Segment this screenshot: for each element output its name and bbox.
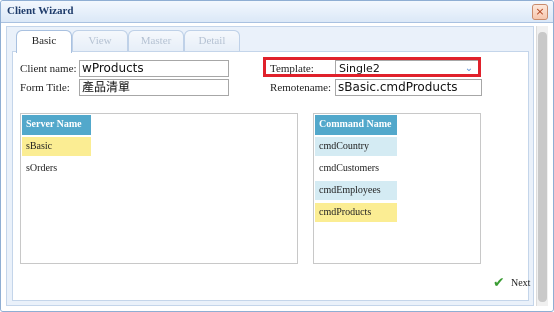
form-title-label: Form Title:: [20, 82, 70, 94]
command-name-column-header[interactable]: Command Name —: [315, 115, 397, 150]
tab-master[interactable]: Master: [128, 30, 184, 52]
list-item[interactable]: cmdCustomers: [315, 159, 397, 178]
title-bar: Client Wizard ×: [1, 1, 553, 23]
server-name-column-header[interactable]: Server Name —: [22, 115, 91, 150]
window-title: Client Wizard: [7, 5, 74, 17]
server-list[interactable]: Server Name — sBasic sOrders: [20, 113, 298, 264]
list-item[interactable]: cmdEmployees: [315, 181, 397, 200]
client-name-label: Client name:: [20, 63, 77, 75]
list-item[interactable]: sOrders: [22, 159, 91, 178]
client-name-input[interactable]: wProducts: [79, 60, 229, 77]
close-button[interactable]: ×: [532, 4, 548, 20]
next-button-label: Next: [511, 278, 531, 289]
checkmark-icon: ✔: [493, 275, 505, 291]
scrollbar-thumb[interactable]: [538, 32, 547, 302]
tab-view[interactable]: View: [72, 30, 128, 52]
list-item[interactable]: sBasic: [22, 137, 91, 156]
form-title-input[interactable]: 產品清單: [79, 79, 229, 96]
command-list[interactable]: Command Name — cmdCountry cmdCustomers c…: [313, 113, 481, 264]
list-item[interactable]: cmdProducts: [315, 203, 397, 222]
close-icon: ×: [535, 5, 545, 18]
tab-detail[interactable]: Detail: [184, 30, 240, 52]
list-item[interactable]: cmdCountry: [315, 137, 397, 156]
remotename-input[interactable]: sBasic.cmdProducts: [335, 79, 482, 96]
remotename-label: Remotename:: [270, 82, 332, 94]
template-highlight-box: [263, 57, 481, 77]
tab-basic[interactable]: Basic: [16, 30, 72, 53]
